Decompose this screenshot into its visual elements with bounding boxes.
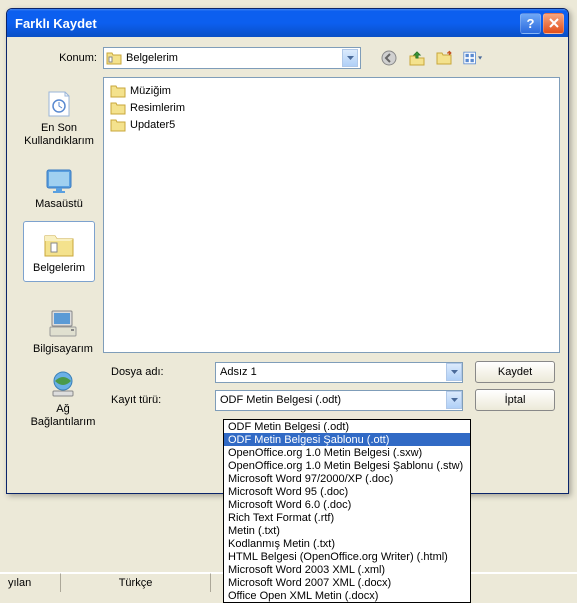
dropdown-option[interactable]: Microsoft Word 6.0 (.doc) [224,498,470,511]
dropdown-arrow-icon[interactable] [446,363,462,381]
list-item[interactable]: Updater5 [110,116,553,133]
new-folder-button[interactable] [435,48,455,68]
dropdown-option[interactable]: OpenOffice.org 1.0 Metin Belgesi (.sxw) [224,446,470,459]
dialog-title: Farklı Kaydet [15,16,520,31]
status-cell: Türkçe [60,573,210,592]
sidebar-network[interactable]: Ağ Bağlantılarım [27,367,99,430]
status-cell: yılan [0,573,60,592]
filetype-dropdown[interactable]: ODF Metin Belgesi (.odt) [215,390,463,411]
folder-icon [106,50,122,66]
location-label: Konum: [15,52,103,64]
dropdown-option[interactable]: Microsoft Word 2007 XML (.docx) [224,576,470,589]
recent-icon [43,88,75,120]
filetype-dropdown-list[interactable]: ODF Metin Belgesi (.odt)ODF Metin Belges… [223,419,471,603]
dropdown-option[interactable]: Rich Text Format (.rtf) [224,511,470,524]
back-button[interactable] [379,48,399,68]
dropdown-option[interactable]: Microsoft Word 97/2000/XP (.doc) [224,472,470,485]
dropdown-option[interactable]: Office Open XML Metin (.docx) [224,589,470,602]
dropdown-option[interactable]: HTML Belgesi (OpenOffice.org Writer) (.h… [224,550,470,563]
dropdown-option[interactable]: Kodlanmış Metin (.txt) [224,537,470,550]
dropdown-arrow-icon[interactable] [342,49,358,67]
dropdown-arrow-icon[interactable] [446,391,462,409]
dropdown-option[interactable]: ODF Metin Belgesi (.odt) [224,420,470,433]
filename-label: Dosya adı: [103,366,215,378]
file-list[interactable]: Müziğim Resimlerim Updater5 [103,77,560,353]
documents-icon [43,228,75,260]
dropdown-option[interactable]: OpenOffice.org 1.0 Metin Belgesi Şablonu… [224,459,470,472]
folder-icon [110,83,126,99]
list-item[interactable]: Müziğim [110,82,553,99]
location-value: Belgelerim [126,52,342,64]
network-icon [47,367,79,403]
filetype-label: Kayıt türü: [103,394,215,406]
folder-icon [110,117,126,133]
sidebar-desktop[interactable]: Masaüstü [23,157,95,218]
location-dropdown[interactable]: Belgelerim [103,47,361,69]
computer-icon [47,307,79,343]
dropdown-option[interactable]: Metin (.txt) [224,524,470,537]
sidebar-recent[interactable]: En Son Kullandıklarım [23,81,95,155]
filename-input[interactable]: Adsız 1 [215,362,463,383]
close-button[interactable] [543,13,564,34]
help-button[interactable]: ? [520,13,541,34]
cancel-button[interactable]: İptal [475,389,555,411]
dropdown-option[interactable]: Microsoft Word 2003 XML (.xml) [224,563,470,576]
sidebar-documents[interactable]: Belgelerim [23,221,95,282]
desktop-icon [43,164,75,196]
save-button[interactable]: Kaydet [475,361,555,383]
titlebar[interactable]: Farklı Kaydet ? [7,9,568,37]
dropdown-option[interactable]: ODF Metin Belgesi Şablonu (.ott) [224,433,470,446]
list-item[interactable]: Resimlerim [110,99,553,116]
folder-icon [110,100,126,116]
up-button[interactable] [407,48,427,68]
sidebar-computer[interactable]: Bilgisayarım [27,307,99,356]
dropdown-option[interactable]: Microsoft Word 95 (.doc) [224,485,470,498]
view-menu-button[interactable] [463,48,483,68]
